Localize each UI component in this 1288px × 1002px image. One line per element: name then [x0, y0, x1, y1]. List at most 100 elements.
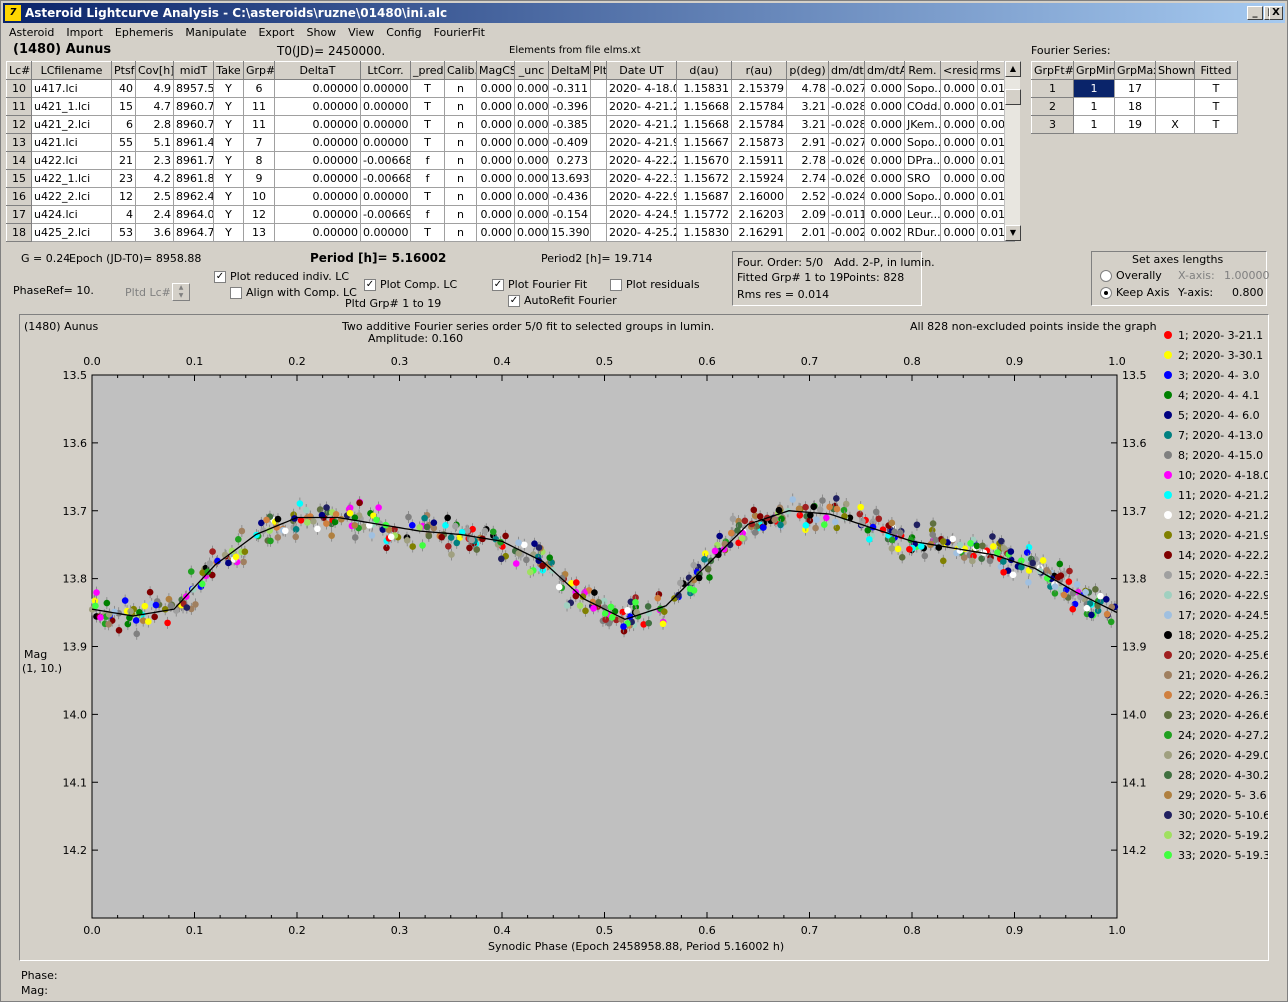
- table-cell[interactable]: 0.000: [864, 187, 905, 206]
- table-cell[interactable]: [1155, 97, 1195, 116]
- table-cell[interactable]: 8962.4: [173, 187, 214, 206]
- table-cell[interactable]: 0.00000: [360, 187, 411, 206]
- x-axis-value[interactable]: 1.00000: [1224, 269, 1270, 282]
- table-cell[interactable]: 0.000: [514, 169, 549, 188]
- table-cell[interactable]: 11: [243, 115, 275, 134]
- table-cell[interactable]: -0.385: [548, 115, 591, 134]
- table-scrollbar[interactable]: ▲ ▼: [1004, 61, 1021, 241]
- table-cell[interactable]: 55: [111, 133, 136, 152]
- scroll-up-icon[interactable]: ▲: [1005, 61, 1021, 77]
- table-cell[interactable]: Y: [213, 115, 244, 134]
- table-cell[interactable]: n: [444, 169, 477, 188]
- table-cell[interactable]: 0.000: [940, 151, 978, 170]
- table-cell[interactable]: 2020- 4-21.9: [606, 133, 677, 152]
- fourier-column-header[interactable]: GrpMin: [1073, 61, 1115, 80]
- table-cell[interactable]: 2.15379: [731, 79, 787, 98]
- close-button[interactable]: X: [1269, 6, 1283, 20]
- table-row[interactable]: 13 u421.lci 55 5.1 8961.4 Y 7 0.00000 0.00000 Tn 0…: [6, 133, 1015, 152]
- table-cell[interactable]: RDur...: [904, 223, 941, 242]
- table-cell[interactable]: 2.09: [786, 205, 829, 224]
- table-cell[interactable]: 8957.5: [173, 79, 214, 98]
- table-cell[interactable]: 0.000: [514, 223, 549, 242]
- table-cell[interactable]: 0.00000: [360, 97, 411, 116]
- table-cell[interactable]: 0.000: [514, 97, 549, 116]
- table-cell[interactable]: 12: [243, 205, 275, 224]
- table-cell[interactable]: 0.00000: [274, 133, 361, 152]
- menu-ephemeris[interactable]: Ephemeris: [109, 24, 179, 42]
- table-row[interactable]: 12 u421_2.lci 6 2.8 8960.7 Y 11 0.00000 0.00000 T…: [6, 115, 1015, 134]
- table-cell[interactable]: f: [410, 151, 445, 170]
- keep-axis-radio[interactable]: Keep Axis: [1100, 286, 1170, 299]
- table-cell[interactable]: -0.436: [548, 187, 591, 206]
- table-cell[interactable]: 0.00000: [274, 97, 361, 116]
- table-row[interactable]: 3 1 19 X T: [1031, 115, 1238, 134]
- lc-column-header[interactable]: Ptsf: [111, 61, 136, 80]
- lc-column-header[interactable]: Calib.: [444, 61, 477, 80]
- table-cell[interactable]: 8964.0: [173, 205, 214, 224]
- table-cell[interactable]: 0.00000: [274, 151, 361, 170]
- table-cell[interactable]: T: [410, 187, 445, 206]
- table-cell[interactable]: 2.91: [786, 133, 829, 152]
- table-cell[interactable]: 21: [111, 151, 136, 170]
- table-row[interactable]: 16 u422_2.lci 12 2.5 8962.4 Y 10 0.00000 0.00000…: [6, 187, 1015, 206]
- lc-column-header[interactable]: <resid>: [940, 61, 978, 80]
- table-cell[interactable]: 0.000: [940, 97, 978, 116]
- fourier-column-header[interactable]: GrpFt#: [1031, 61, 1074, 80]
- table-cell[interactable]: JKem...: [904, 115, 941, 134]
- table-cell[interactable]: -0.311: [548, 79, 591, 98]
- table-cell[interactable]: 0.00000: [360, 133, 411, 152]
- table-cell[interactable]: 2.5: [135, 187, 174, 206]
- table-cell[interactable]: T: [1194, 115, 1238, 134]
- table-row[interactable]: 17 u424.lci 4 2.4 8964.0 Y 12 0.00000 -0.00669 f n…: [6, 205, 1015, 224]
- plot-reduced-checkbox[interactable]: ✓ Plot reduced indiv. LC: [214, 270, 349, 283]
- table-row[interactable]: 14 u422.lci 21 2.3 8961.7 Y 8 0.00000 -0.00668 f n…: [6, 151, 1015, 170]
- table-cell[interactable]: 13: [6, 133, 32, 152]
- align-checkbox[interactable]: Align with Comp. LC: [230, 286, 357, 299]
- table-cell[interactable]: u417.lci: [31, 79, 112, 98]
- table-cell[interactable]: 9: [243, 169, 275, 188]
- table-cell[interactable]: Y: [213, 97, 244, 116]
- lc-column-header[interactable]: p(deg): [786, 61, 829, 80]
- table-cell[interactable]: 2020- 4-22.9: [606, 187, 677, 206]
- table-cell[interactable]: 2: [1031, 97, 1074, 116]
- plot-comp-checkbox[interactable]: ✓ Plot Comp. LC: [364, 278, 457, 291]
- table-cell[interactable]: 1.15831: [676, 79, 732, 98]
- table-cell[interactable]: -0.024: [828, 187, 865, 206]
- table-cell[interactable]: u421_2.lci: [31, 115, 112, 134]
- table-cell[interactable]: 0.00000: [274, 79, 361, 98]
- table-cell[interactable]: 2020- 4-24.5: [606, 205, 677, 224]
- table-cell[interactable]: 4.7: [135, 97, 174, 116]
- table-cell[interactable]: 0.000: [864, 133, 905, 152]
- table-cell[interactable]: u421.lci: [31, 133, 112, 152]
- table-cell[interactable]: -0.00668: [360, 169, 411, 188]
- table-cell[interactable]: 3.21: [786, 97, 829, 116]
- table-cell[interactable]: 2020- 4-25.2: [606, 223, 677, 242]
- table-cell[interactable]: u422_1.lci: [31, 169, 112, 188]
- table-cell[interactable]: SRO: [904, 169, 941, 188]
- table-cell[interactable]: 0.000: [940, 115, 978, 134]
- table-cell[interactable]: 18: [1114, 97, 1156, 116]
- table-cell[interactable]: [1155, 79, 1195, 98]
- table-cell[interactable]: X: [1155, 115, 1195, 134]
- menu-view[interactable]: View: [342, 24, 380, 42]
- table-row[interactable]: 11 u421_1.lci 15 4.7 8960.7 Y 11 0.00000 0.00000…: [6, 97, 1015, 116]
- menu-asteroid[interactable]: Asteroid: [3, 24, 60, 42]
- table-cell[interactable]: 8964.7: [173, 223, 214, 242]
- table-cell[interactable]: 2.8: [135, 115, 174, 134]
- table-cell[interactable]: DPra...: [904, 151, 941, 170]
- overally-radio[interactable]: Overally: [1100, 269, 1162, 282]
- table-cell[interactable]: 0.00000: [360, 115, 411, 134]
- lc-column-header[interactable]: LCfilename: [31, 61, 112, 80]
- table-cell[interactable]: 6: [111, 115, 136, 134]
- table-cell[interactable]: 0.000: [864, 115, 905, 134]
- table-cell[interactable]: -0.028: [828, 97, 865, 116]
- table-cell[interactable]: 4.9: [135, 79, 174, 98]
- plot-fourier-checkbox[interactable]: ✓ Plot Fourier Fit: [492, 278, 587, 291]
- table-cell[interactable]: 0.000: [864, 205, 905, 224]
- autorefit-checkbox[interactable]: ✓ AutoRefit Fourier: [508, 294, 617, 307]
- table-cell[interactable]: -0.00669: [360, 205, 411, 224]
- table-cell[interactable]: 1.15772: [676, 205, 732, 224]
- table-cell[interactable]: 0.000: [476, 223, 515, 242]
- table-cell[interactable]: Y: [213, 205, 244, 224]
- table-cell[interactable]: 0.000: [476, 115, 515, 134]
